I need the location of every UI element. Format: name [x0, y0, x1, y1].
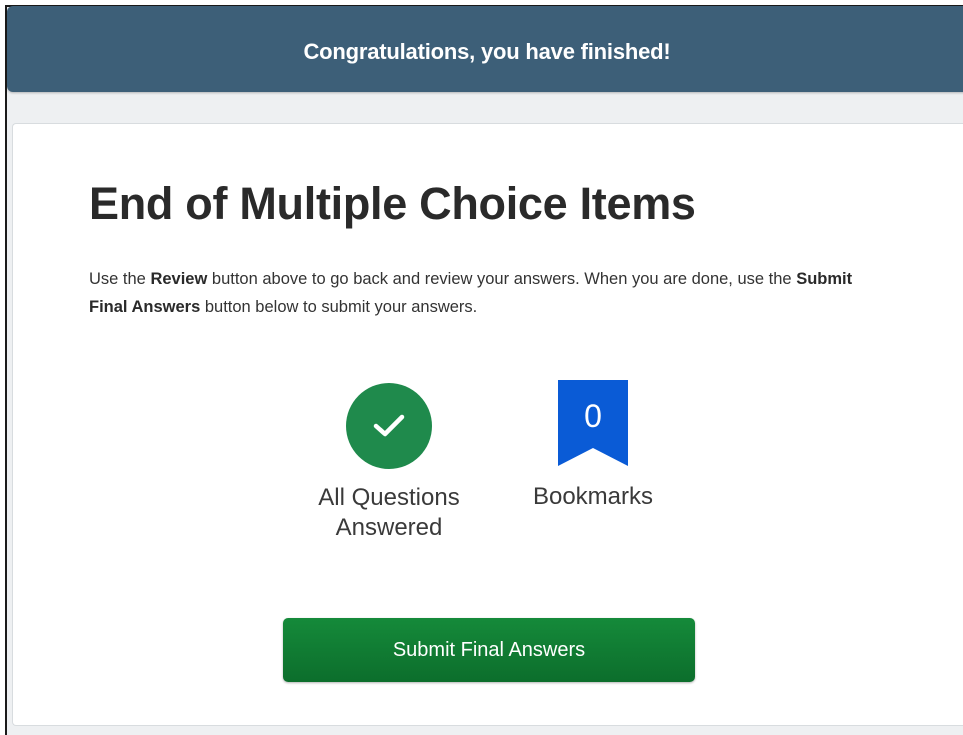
- review-keyword: Review: [150, 270, 208, 288]
- instructions-text: Use the Review button above to go back a…: [89, 265, 869, 321]
- instructions-part-3: button below to submit your answers.: [200, 298, 478, 316]
- instructions-part-1: Use the: [89, 270, 151, 288]
- answered-label: All Questions Answered: [318, 484, 460, 541]
- bookmark-count: 0: [584, 398, 602, 434]
- bookmarks-status: 0 Bookmarks: [513, 380, 673, 512]
- page-title: End of Multiple Choice Items: [89, 178, 696, 229]
- banner-message: Congratulations, you have finished!: [303, 39, 671, 64]
- answered-status: All Questions Answered: [300, 380, 478, 543]
- bookmarks-label: Bookmarks: [532, 483, 654, 510]
- submit-final-answers-button[interactable]: Submit Final Answers: [283, 618, 695, 682]
- checkmark-icon: [346, 383, 432, 469]
- instructions-part-2: button above to go back and review your …: [207, 270, 797, 288]
- completion-banner: Congratulations, you have finished!: [7, 6, 963, 92]
- bookmark-icon: 0: [558, 380, 628, 466]
